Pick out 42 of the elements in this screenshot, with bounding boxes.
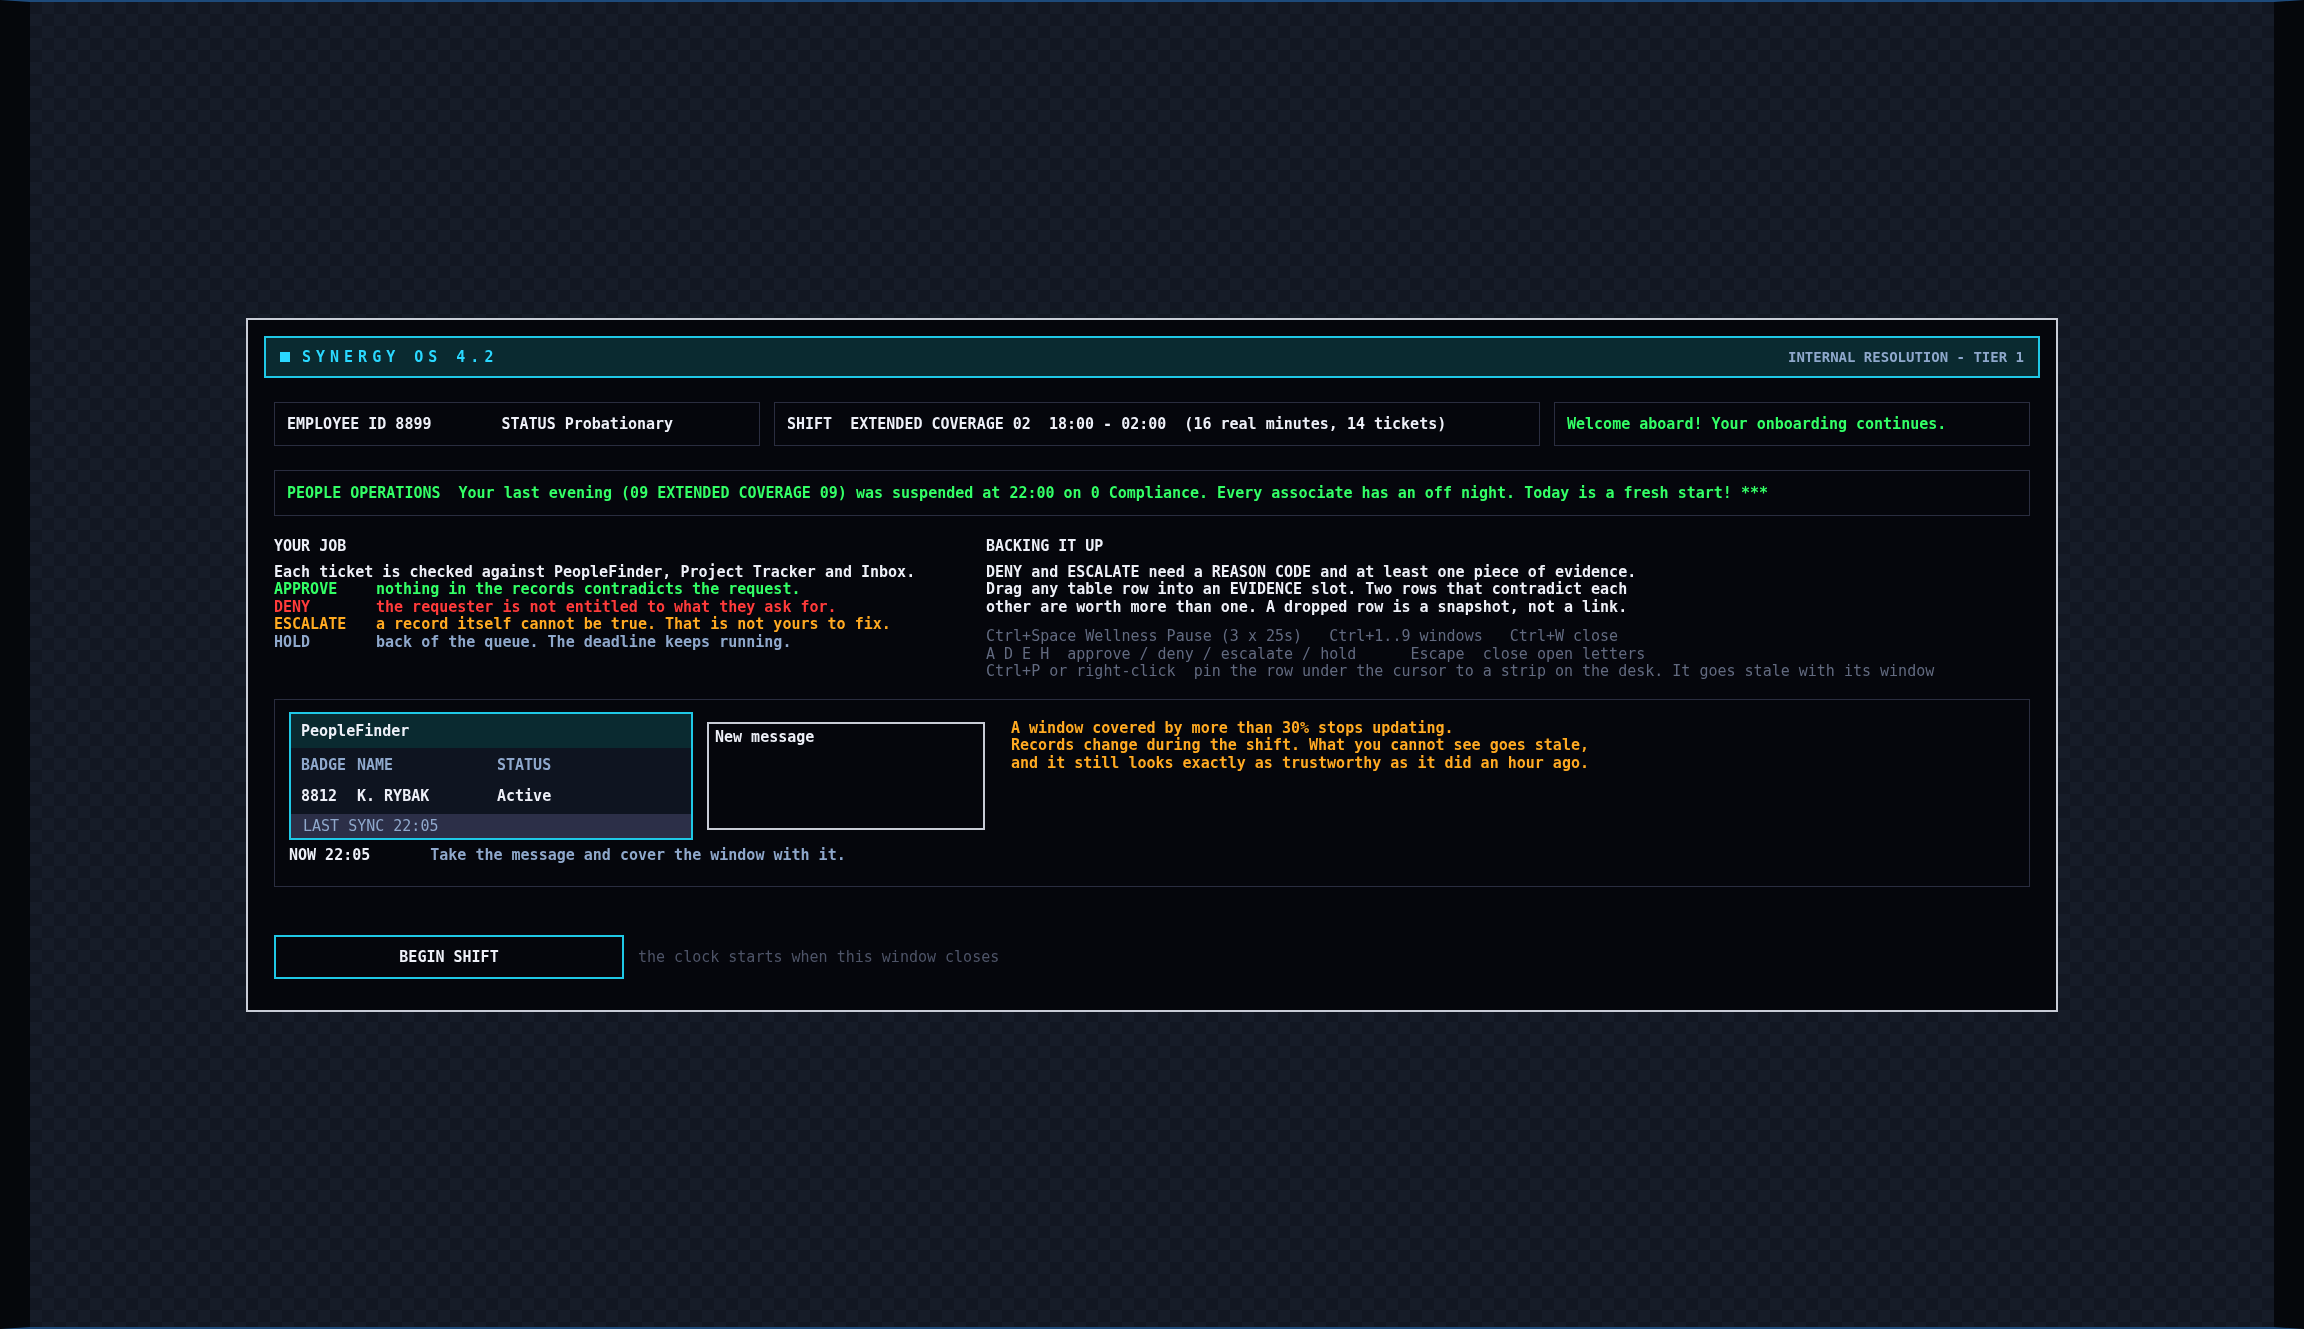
shortcut-line: Ctrl+P or right-click pin the row under the cursor to a strip on the desk. It goes stale with its window — [986, 663, 1936, 681]
demo-hint: Take the message and cover the window with it. — [430, 845, 846, 864]
welcome-message: Welcome aboard! Your onboarding continues. — [1567, 415, 1947, 433]
peoplefinder-title: PeopleFinder — [291, 713, 691, 748]
shortcut-line: Ctrl+Space Wellness Pause (3 x 25s) Ctrl+1..9 windows Ctrl+W close — [986, 628, 1620, 646]
notice-message: Your last evening (09 EXTENDED COVERAGE 09) was suspended at 22:00 on 0 Compliance. Every associate has an off night. Today is a fresh start! *** — [458, 484, 1768, 502]
action-name: HOLD — [274, 633, 312, 651]
warning-line: and it still looks exactly as trustworthy as it did an hour ago. — [1011, 754, 1589, 772]
warning-line: Records change during the shift. What you cannot see goes stale, — [1011, 737, 1589, 755]
table-cell-text: 8812 — [301, 787, 339, 805]
intro-text: Each ticket is checked against PeopleFinder, Project Tracker and Inbox. — [274, 563, 917, 581]
shortcut-line: A D E H approve / deny / escalate / hold Escape close open letters — [986, 645, 1647, 663]
action-meaning: a record itself cannot be true. That is not yours to fix. — [376, 616, 891, 634]
section-heading: BACKING IT UP — [986, 538, 1105, 556]
table-cell: Active — [497, 787, 552, 805]
last-sync-bar: LAST SYNC 22:05 — [291, 813, 691, 838]
shift-info: SHIFT EXTENDED COVERAGE 02 18:00 - 02:00 (16 real minutes, 14 tickets) — [787, 415, 1447, 433]
tier-label: INTERNAL RESOLUTION - TIER 1 — [1788, 349, 2024, 365]
current-time: NOW 22:05 — [289, 845, 371, 864]
begin-note: the clock starts when this window closes — [638, 947, 1000, 966]
notice-label: PEOPLE OPERATIONS — [287, 484, 441, 502]
action-name: DENY — [274, 598, 312, 616]
action-meaning: back of the queue. The deadline keeps running. — [376, 633, 792, 651]
table-cell-text: K. RYBAK — [357, 787, 431, 805]
employee-status: STATUS Probationary — [501, 415, 674, 433]
action-name: ESCALATE — [274, 616, 348, 634]
message-title: New message — [715, 727, 815, 746]
column-header: BADGE — [301, 756, 348, 774]
employee-id: EMPLOYEE ID 8899 — [287, 415, 432, 433]
action-meaning: nothing in the records contradicts the request. — [376, 581, 801, 599]
action-meaning: the requester is not entitled to what they ask for. — [376, 598, 837, 616]
instruction-line: Drag any table row into an EVIDENCE slot. Two rows that contradict each — [986, 581, 1629, 599]
action-name: APPROVE — [274, 581, 339, 599]
window-title: SYNERGY OS 4.2 — [302, 348, 499, 366]
instruction-line: other are worth more than one. A dropped row is a snapshot, not a link. — [986, 598, 1629, 616]
begin-shift-button[interactable]: BEGIN SHIFT — [274, 934, 624, 979]
column-header: NAME — [357, 756, 395, 774]
instruction-line: DENY and ESCALATE need a REASON CODE and at least one piece of evidence. — [986, 563, 1638, 581]
square-icon — [280, 352, 290, 362]
section-heading: YOUR JOB — [274, 538, 348, 556]
column-header: STATUS — [497, 756, 552, 774]
warning-line: A window covered by more than 30% stops updating. — [1011, 719, 1455, 737]
